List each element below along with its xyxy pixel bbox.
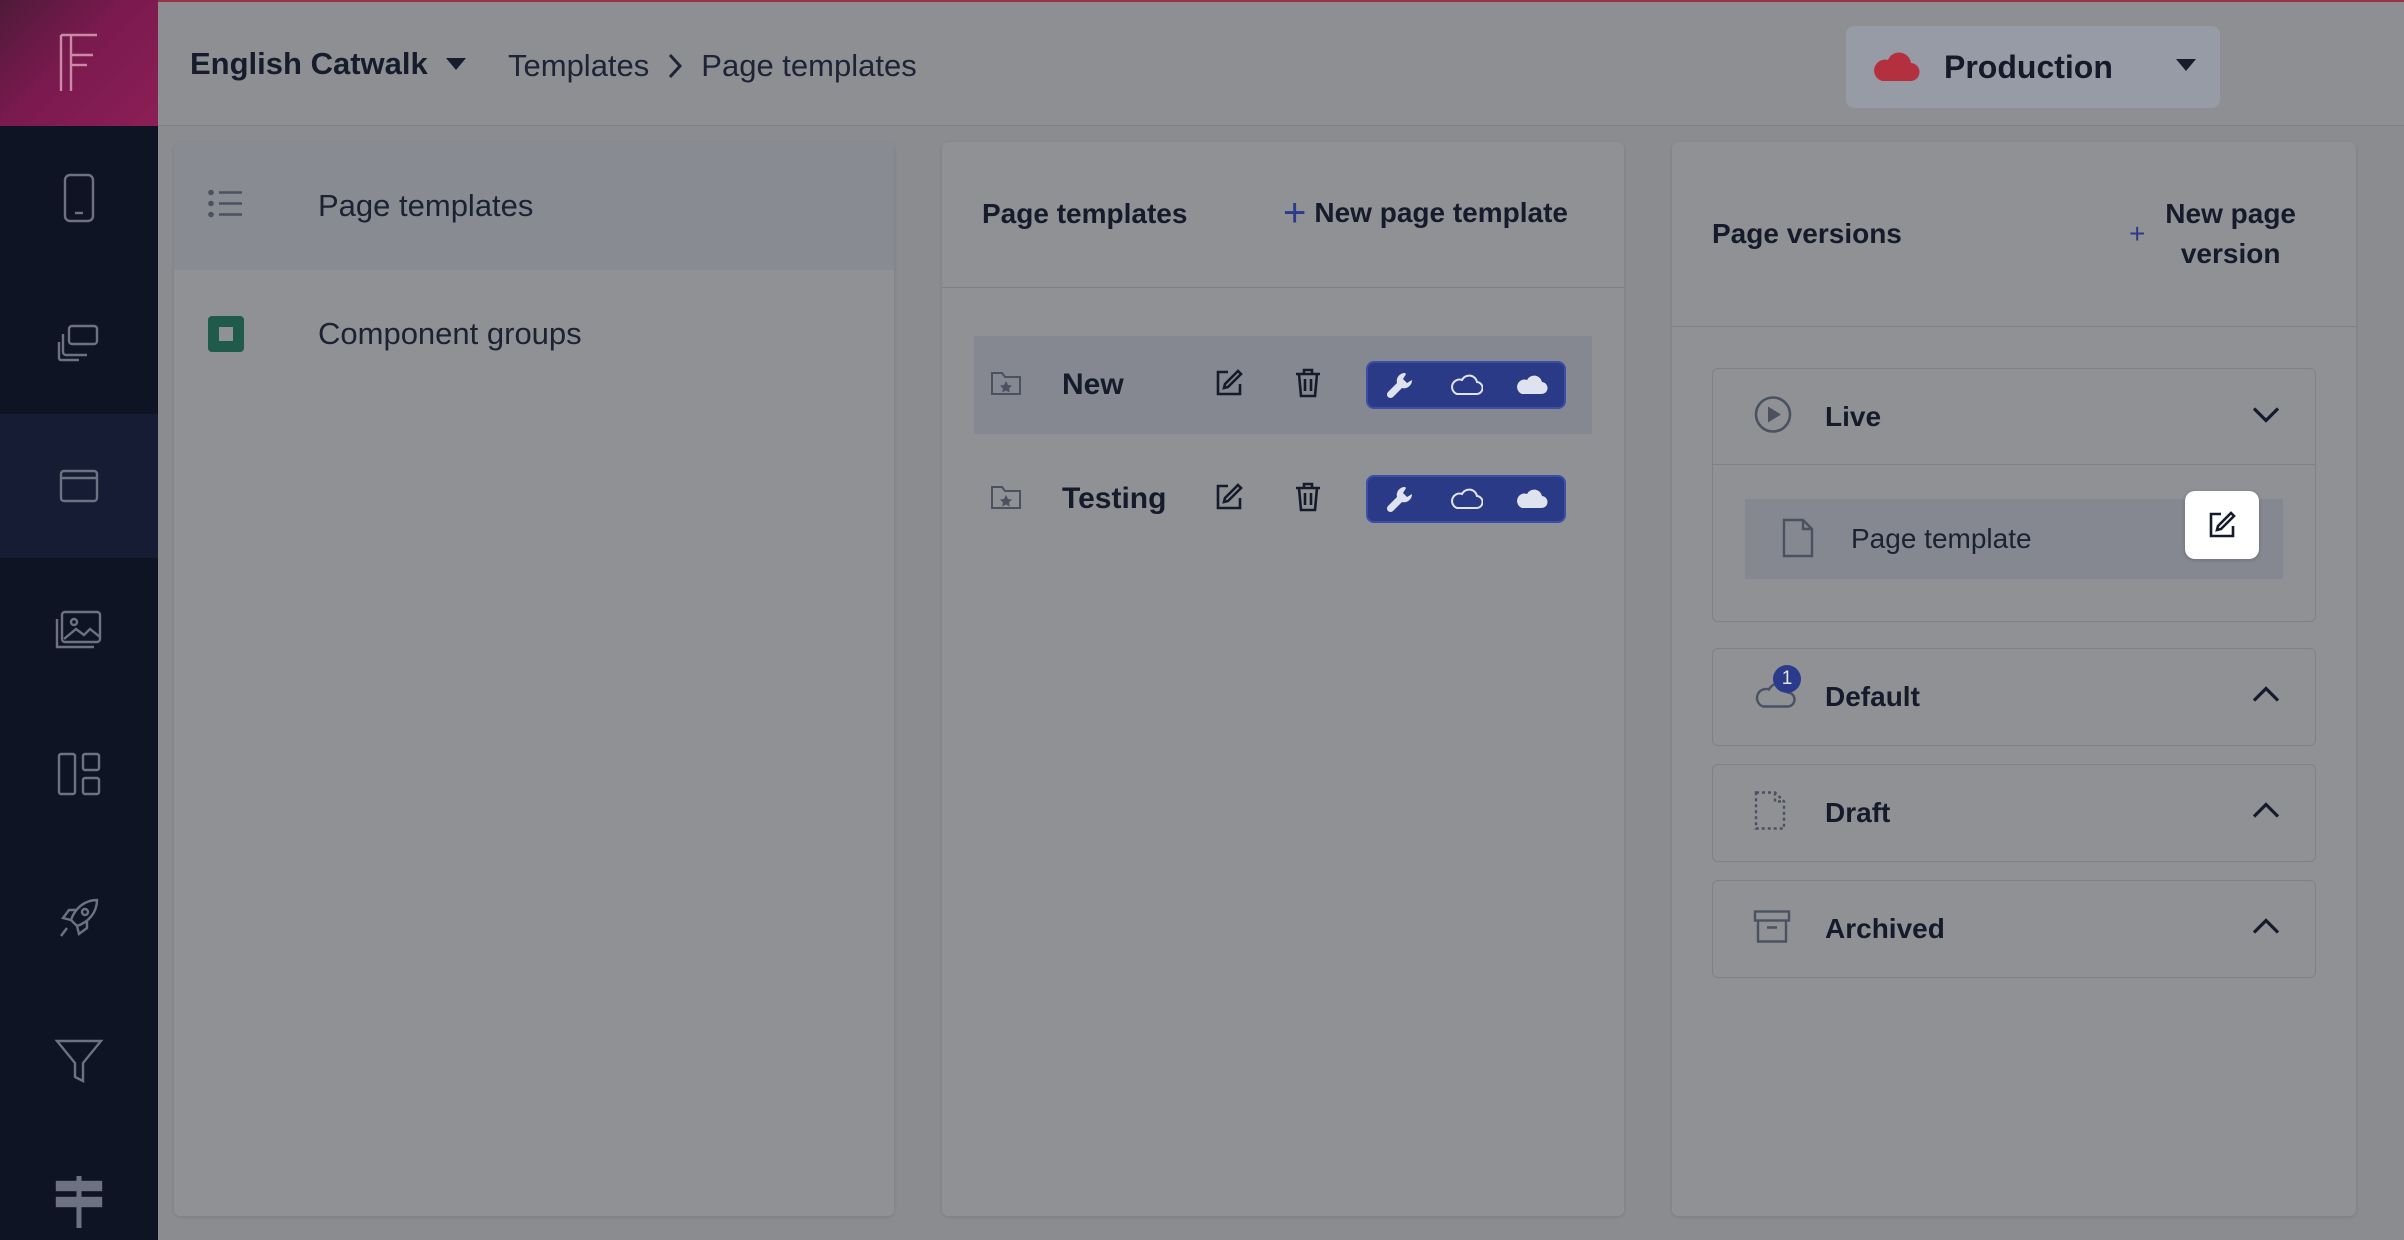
version-group-label: Draft xyxy=(1825,797,1891,828)
chevron-down-icon xyxy=(2251,405,2281,428)
copy-icon xyxy=(57,324,99,362)
panel-header: Page versions + New page version xyxy=(1672,142,2356,327)
section-nav-panel: Page templates Component groups xyxy=(174,142,894,1216)
version-group-draft[interactable]: Draft xyxy=(1712,764,2316,862)
breadcrumb: Templates Page templates xyxy=(508,48,917,84)
cloud-filled-icon[interactable] xyxy=(1499,363,1564,407)
filter-icon xyxy=(54,1039,104,1083)
new-page-version-line1: New page xyxy=(2165,198,2296,229)
version-group-archived[interactable]: Archived xyxy=(1712,880,2316,978)
signpost-icon xyxy=(55,1176,103,1228)
list-icon xyxy=(208,189,244,224)
new-page-version-label: New page version xyxy=(2165,194,2296,274)
chevron-right-icon xyxy=(667,52,683,80)
nav-label: Component groups xyxy=(318,316,582,351)
project-name: English Catwalk xyxy=(190,46,428,81)
version-group-label: Default xyxy=(1825,681,1920,712)
archive-icon xyxy=(1753,909,1791,950)
version-group-default[interactable]: 1 Default xyxy=(1712,648,2316,746)
folder-star-icon xyxy=(990,483,1022,516)
version-item-label: Page template xyxy=(1851,523,2032,554)
new-page-version-button[interactable]: + New page version xyxy=(2129,194,2296,274)
rocket-icon xyxy=(60,898,99,937)
version-group-header[interactable]: Live xyxy=(1713,369,2315,465)
project-selector[interactable]: English Catwalk xyxy=(190,46,466,82)
rail-item-routing[interactable] xyxy=(0,1134,158,1240)
window-icon xyxy=(59,469,99,503)
nav-item-page-templates[interactable]: Page templates xyxy=(174,142,894,270)
version-group-header[interactable]: Draft xyxy=(1713,765,2315,861)
play-circle-icon xyxy=(1753,394,1793,439)
panel-title: Page templates xyxy=(982,198,1188,229)
draft-document-icon xyxy=(1753,790,1787,837)
images-icon xyxy=(55,610,102,649)
environment-status-group xyxy=(1366,361,1566,409)
rail-item-filter[interactable] xyxy=(0,990,158,1134)
environment-selector[interactable]: Production xyxy=(1846,26,2220,108)
mobile-icon xyxy=(63,173,95,223)
template-row[interactable]: Testing xyxy=(974,450,1592,548)
chevron-down-icon xyxy=(2176,59,2196,71)
document-icon xyxy=(1781,517,1815,564)
environment-label: Production xyxy=(1944,48,2113,85)
logo-icon xyxy=(59,33,97,91)
chevron-down-icon xyxy=(445,58,466,70)
template-name: Testing xyxy=(1062,482,1167,515)
panel-header: Page templates + New page template xyxy=(942,142,1624,288)
layout-icon xyxy=(57,752,101,796)
component-icon xyxy=(208,316,244,352)
template-name: New xyxy=(1062,368,1124,401)
version-item[interactable]: Page template xyxy=(1745,491,2283,579)
wrench-icon[interactable] xyxy=(1368,363,1433,407)
cloud-icon xyxy=(1874,52,1920,82)
chevron-up-icon xyxy=(2251,918,2281,941)
rail-item-deploy[interactable] xyxy=(0,846,158,990)
app-logo[interactable] xyxy=(0,0,158,126)
page-versions-panel: Page versions + New page version Live Pa… xyxy=(1672,142,2356,1216)
edit-icon[interactable] xyxy=(1214,368,1244,403)
breadcrumb-page-templates: Page templates xyxy=(701,48,917,83)
top-bar: English Catwalk Templates Page templates… xyxy=(158,0,2404,126)
new-page-template-button[interactable]: + New page template xyxy=(1283,191,1568,235)
trash-icon[interactable] xyxy=(1294,482,1322,517)
panel-title: Page versions xyxy=(1712,218,1902,249)
page-templates-panel: Page templates + New page template New T… xyxy=(942,142,1624,1216)
rail-item-layout[interactable] xyxy=(0,702,158,846)
version-group-label: Archived xyxy=(1825,913,1945,944)
environment-status-group xyxy=(1366,475,1566,523)
rail-item-templates[interactable] xyxy=(0,414,158,558)
nav-item-component-groups[interactable]: Component groups xyxy=(174,270,894,398)
trash-icon[interactable] xyxy=(1294,368,1322,403)
plus-icon: + xyxy=(1283,191,1307,235)
chevron-up-icon xyxy=(2251,686,2281,709)
version-group-label: Live xyxy=(1825,400,1882,432)
rail-item-media[interactable] xyxy=(0,558,158,702)
plus-icon: + xyxy=(2128,218,2146,249)
new-page-version-line2: version xyxy=(2180,238,2281,269)
wrench-icon[interactable] xyxy=(1368,477,1433,521)
folder-star-icon xyxy=(990,369,1022,402)
chevron-up-icon xyxy=(2251,802,2281,825)
rail-item-mobile[interactable] xyxy=(0,126,158,270)
template-row[interactable]: New xyxy=(974,336,1592,434)
edit-version-button[interactable] xyxy=(2185,491,2259,559)
version-group-header[interactable]: Archived xyxy=(1713,881,2315,977)
edit-icon[interactable] xyxy=(1214,482,1244,517)
cloud-outline-icon[interactable] xyxy=(1433,477,1498,521)
rail-item-copy[interactable] xyxy=(0,270,158,414)
edit-icon xyxy=(2209,511,2236,538)
cloud-filled-icon[interactable] xyxy=(1499,477,1564,521)
version-group-live: Live Page template xyxy=(1712,368,2316,622)
count-badge: 1 xyxy=(1773,665,1801,693)
nav-label: Page templates xyxy=(318,188,534,223)
version-group-header[interactable]: 1 Default xyxy=(1713,649,2315,745)
sidebar-rail xyxy=(0,0,158,1240)
new-page-template-label: New page template xyxy=(1314,197,1568,228)
cloud-outline-icon[interactable] xyxy=(1433,363,1498,407)
breadcrumb-templates[interactable]: Templates xyxy=(508,48,649,84)
